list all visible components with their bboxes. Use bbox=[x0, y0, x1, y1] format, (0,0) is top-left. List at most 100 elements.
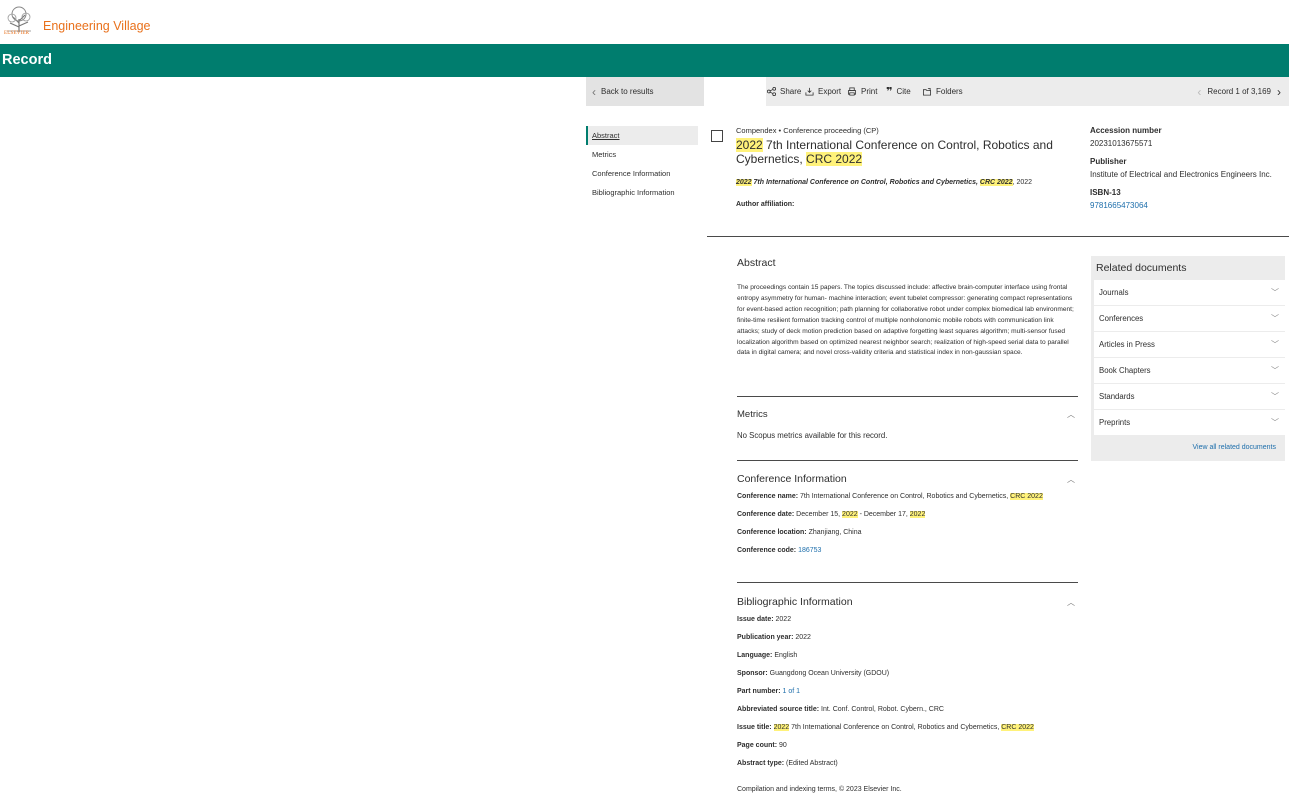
field-label: Conference code: bbox=[737, 547, 797, 554]
field-value: Int. Conf. Control, Robot. Cybern., CRC bbox=[819, 706, 944, 713]
part-number-link[interactable]: 1 of 1 bbox=[783, 688, 801, 695]
export-icon bbox=[805, 87, 814, 96]
conference-heading: Conference Information bbox=[737, 473, 847, 485]
accession-value: 20231013675571 bbox=[1090, 139, 1153, 148]
side-nav-metrics[interactable]: Metrics bbox=[586, 145, 698, 164]
field-value: 7th International Conference on Control,… bbox=[798, 493, 1011, 500]
back-to-results-label: Back to results bbox=[601, 87, 654, 96]
share-icon bbox=[767, 87, 776, 96]
field-value: Zhanjiang, China bbox=[806, 529, 862, 536]
accession-label: Accession number bbox=[1090, 126, 1162, 135]
record-pager: ‹ Record 1 of 3,169 › bbox=[1197, 77, 1281, 106]
field-label: Issue title: bbox=[737, 724, 772, 731]
metrics-text: No Scopus metrics available for this rec… bbox=[737, 431, 888, 440]
bibliographic-toggle[interactable]: Bibliographic Information ︿ bbox=[737, 596, 1078, 608]
title-text: 7th International Conference on Control,… bbox=[736, 138, 1053, 166]
record-count-label: Record 1 of 3,169 bbox=[1207, 87, 1271, 96]
abstract-type-field: Abstract type: (Edited Abstract) bbox=[737, 760, 838, 767]
field-label: Page count: bbox=[737, 742, 778, 749]
share-button[interactable]: Share bbox=[767, 77, 801, 106]
field-label: Publication year: bbox=[737, 634, 794, 641]
source-line: Compendex • Conference proceeding (CP) bbox=[736, 126, 1066, 135]
abstract-heading: Abstract bbox=[737, 257, 776, 269]
export-button[interactable]: Export bbox=[805, 77, 841, 106]
field-label: Sponsor: bbox=[737, 670, 768, 677]
folders-label: Folders bbox=[936, 87, 963, 96]
brand-name[interactable]: Engineering Village bbox=[43, 19, 151, 33]
metrics-divider bbox=[737, 396, 1078, 397]
field-value: 7th International Conference on Control,… bbox=[789, 724, 1002, 731]
chevron-down-icon: ﹀ bbox=[1271, 392, 1279, 401]
related-articles-in-press[interactable]: Articles in Press ﹀ bbox=[1094, 332, 1285, 358]
chevron-down-icon: ﹀ bbox=[1271, 418, 1279, 427]
conference-code-link[interactable]: 186753 bbox=[798, 547, 821, 554]
folders-button[interactable]: Folders bbox=[922, 77, 963, 106]
toolbar-spacer bbox=[704, 77, 766, 106]
cite-button[interactable]: ❞ Cite bbox=[886, 77, 911, 106]
database-name: Compendex bbox=[736, 126, 777, 135]
chevron-up-icon: ︿ bbox=[1067, 597, 1075, 607]
view-all-related-link[interactable]: View all related documents bbox=[1192, 444, 1276, 451]
back-to-results-button[interactable]: ‹ Back to results bbox=[586, 77, 704, 106]
abstract-section: Abstract The proceedings contain 15 pape… bbox=[737, 257, 1078, 359]
print-button[interactable]: Print bbox=[847, 77, 877, 106]
record-header-bar: Record bbox=[0, 44, 1289, 77]
field-value: 2022 bbox=[773, 616, 792, 623]
chevron-right-icon[interactable]: › bbox=[1277, 85, 1281, 99]
conference-name-field: Conference name: 7th International Confe… bbox=[737, 493, 1043, 500]
conference-toggle[interactable]: Conference Information ︿ bbox=[737, 473, 1078, 485]
field-value: December 15, bbox=[794, 511, 843, 518]
field-value: 90 bbox=[777, 742, 787, 749]
related-journals[interactable]: Journals ﹀ bbox=[1094, 280, 1285, 306]
related-standards[interactable]: Standards ﹀ bbox=[1094, 384, 1285, 410]
field-value: - December 17, bbox=[857, 511, 910, 518]
field-label: Conference date: bbox=[737, 511, 795, 518]
chevron-left-icon: ‹ bbox=[592, 84, 596, 99]
chevron-up-icon: ︿ bbox=[1067, 474, 1075, 484]
side-nav-abstract[interactable]: Abstract bbox=[586, 126, 698, 145]
field-label: Conference name: bbox=[737, 493, 799, 500]
field-value: (Edited Abstract) bbox=[784, 760, 838, 767]
section-nav: Abstract Metrics Conference Information … bbox=[586, 126, 698, 202]
issue-title-field: Issue title: 2022 7th International Conf… bbox=[737, 724, 1034, 731]
metrics-toggle[interactable]: Metrics ︿ bbox=[737, 409, 1078, 420]
related-conferences[interactable]: Conferences ﹀ bbox=[1094, 306, 1285, 332]
author-affiliation-label: Author affiliation: bbox=[736, 201, 795, 208]
header-divider bbox=[707, 236, 1289, 237]
record-metadata: Accession number 20231013675571 Publishe… bbox=[1090, 126, 1289, 219]
metrics-heading: Metrics bbox=[737, 409, 768, 420]
conference-location-field: Conference location: Zhanjiang, China bbox=[737, 529, 862, 536]
field-highlight: CRC 2022 bbox=[1001, 724, 1034, 731]
related-item-label: Book Chapters bbox=[1099, 366, 1151, 375]
document-type: Conference proceeding (CP) bbox=[783, 126, 879, 135]
chevron-down-icon: ﹀ bbox=[1271, 288, 1279, 297]
issue-date-field: Issue date: 2022 bbox=[737, 616, 791, 623]
chevron-left-icon[interactable]: ‹ bbox=[1197, 85, 1201, 99]
field-value: 2022 bbox=[793, 634, 811, 641]
related-book-chapters[interactable]: Book Chapters ﹀ bbox=[1094, 358, 1285, 384]
publisher-label: Publisher bbox=[1090, 157, 1127, 166]
field-highlight: 2022 bbox=[909, 511, 926, 518]
bibliographic-divider bbox=[737, 582, 1078, 583]
chevron-down-icon: ﹀ bbox=[1271, 340, 1279, 349]
publication-year-field: Publication year: 2022 bbox=[737, 634, 811, 641]
isbn-label: ISBN-13 bbox=[1090, 188, 1121, 197]
source-highlight: 2022 bbox=[736, 179, 752, 186]
document-title: 2022 7th International Conference on Con… bbox=[736, 138, 1066, 166]
copyright-notice: Compilation and indexing terms, © 2023 E… bbox=[737, 786, 902, 793]
title-highlight: CRC 2022 bbox=[806, 152, 863, 166]
part-number-field: Part number: 1 of 1 bbox=[737, 688, 800, 695]
side-nav-bibliographic[interactable]: Bibliographic Information bbox=[586, 183, 698, 202]
related-item-label: Standards bbox=[1099, 392, 1135, 401]
publisher-value: Institute of Electrical and Electronics … bbox=[1090, 170, 1272, 179]
source-highlight: CRC 2022 bbox=[979, 179, 1013, 186]
select-record-checkbox[interactable] bbox=[711, 130, 723, 142]
isbn-link[interactable]: 9781665473064 bbox=[1090, 201, 1289, 210]
field-label: Conference location: bbox=[737, 529, 807, 536]
elsevier-logo-text: ELSEVIER bbox=[4, 31, 30, 36]
chevron-down-icon: ﹀ bbox=[1271, 314, 1279, 323]
quote-icon: ❞ bbox=[886, 85, 893, 98]
abbreviated-title-field: Abbreviated source title: Int. Conf. Con… bbox=[737, 706, 944, 713]
related-preprints[interactable]: Preprints ﹀ bbox=[1094, 410, 1285, 436]
side-nav-conference[interactable]: Conference Information bbox=[586, 164, 698, 183]
